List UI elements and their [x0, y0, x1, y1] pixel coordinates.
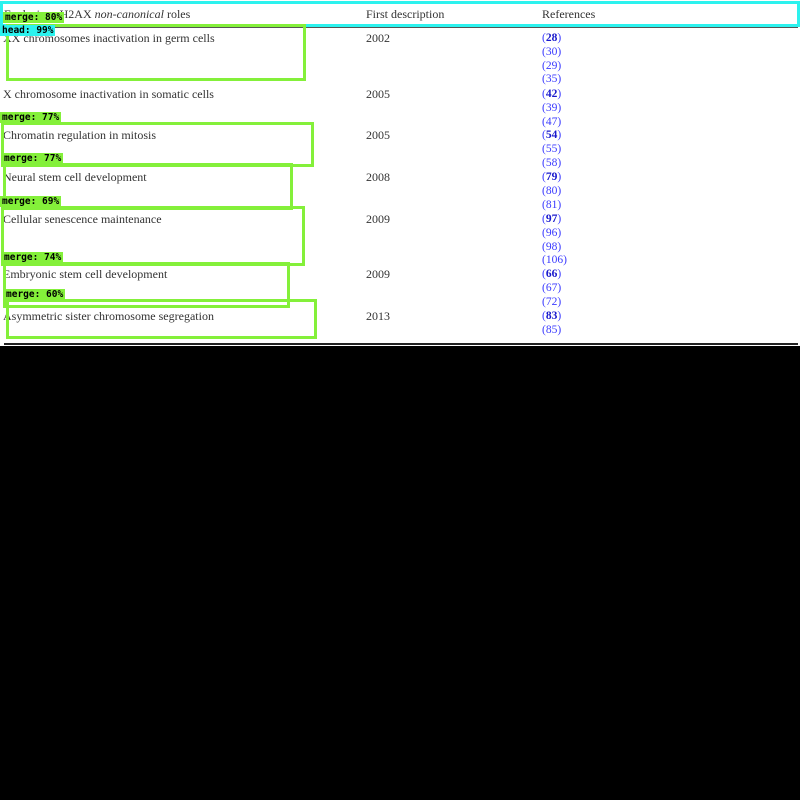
merge-score-label: merge: 69%	[0, 196, 62, 207]
head-score-label: head: 99%	[0, 25, 56, 36]
row-references: (42) (39) (47)	[542, 88, 561, 129]
merge-score-label: merge: 74%	[2, 252, 64, 263]
reference-link[interactable]: (80)	[542, 185, 561, 199]
table-bottom-rule	[4, 343, 798, 345]
reference-link[interactable]: (66)	[542, 268, 561, 282]
merge-score-label: merge: 77%	[0, 112, 62, 123]
reference-link[interactable]: (106)	[542, 254, 567, 268]
row-references: (66) (67) (72)	[542, 268, 561, 309]
merge-detection-box	[6, 299, 317, 339]
reference-link[interactable]: (54)	[542, 129, 561, 143]
reference-link[interactable]: (35)	[542, 73, 561, 87]
reference-link[interactable]: (47)	[542, 116, 561, 130]
row-year: 2013	[366, 309, 390, 323]
row-role: X chromosome inactivation in somatic cel…	[3, 87, 214, 101]
row-year: 2008	[366, 170, 390, 184]
reference-link[interactable]: (39)	[542, 102, 561, 116]
merge-score-label: merge: 77%	[2, 153, 64, 164]
row-year: 2005	[366, 87, 390, 101]
row-references: (97) (96) (98) (106)	[542, 213, 567, 268]
reference-link[interactable]: (30)	[542, 46, 561, 60]
reference-link[interactable]: (97)	[542, 213, 567, 227]
row-year: 2002	[366, 31, 390, 45]
reference-link[interactable]: (58)	[542, 157, 561, 171]
row-references: (28) (30) (29) (35)	[542, 32, 561, 87]
row-references: (83) (85)	[542, 310, 561, 338]
merge-score-label: merge: 80%	[3, 12, 65, 23]
reference-link[interactable]: (29)	[542, 60, 561, 74]
reference-link[interactable]: (42)	[542, 88, 561, 102]
row-year: 2009	[366, 212, 390, 226]
reference-link[interactable]: (81)	[542, 199, 561, 213]
reference-link[interactable]: (83)	[542, 310, 561, 324]
reference-link[interactable]: (98)	[542, 241, 567, 255]
reference-link[interactable]: (96)	[542, 227, 567, 241]
reference-link[interactable]: (85)	[542, 324, 561, 338]
reference-link[interactable]: (28)	[542, 32, 561, 46]
merge-score-label: merge: 60%	[4, 289, 66, 300]
row-references: (54) (55) (58)	[542, 129, 561, 170]
row-year: 2009	[366, 267, 390, 281]
reference-link[interactable]: (79)	[542, 171, 561, 185]
reference-link[interactable]: (72)	[542, 296, 561, 310]
row-year: 2005	[366, 128, 390, 142]
reference-link[interactable]: (67)	[542, 282, 561, 296]
reference-link[interactable]: (55)	[542, 143, 561, 157]
row-references: (79) (80) (81)	[542, 171, 561, 212]
